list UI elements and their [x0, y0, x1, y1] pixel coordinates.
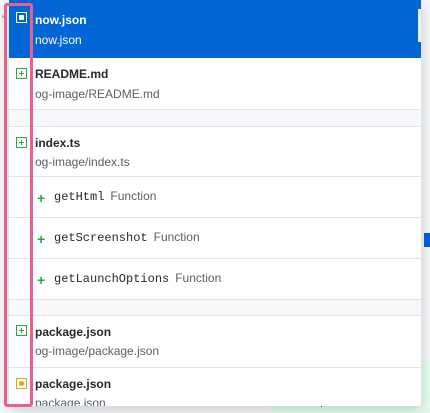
file-item-now-json[interactable]: now.json now.json [9, 0, 421, 58]
page-background: " 9 + now.json now.json README.md og-ima… [0, 0, 430, 413]
function-kind: Function [175, 271, 222, 285]
scrollbar-thumb[interactable] [418, 9, 421, 42]
added-marker: + [37, 190, 46, 206]
function-name: getScreenshot Function [54, 230, 200, 245]
function-name-text: getScreenshot [54, 231, 148, 245]
function-name-text: getHtml [54, 190, 105, 204]
function-kind: Function [110, 189, 157, 203]
file-added-icon [16, 137, 27, 148]
file-path: og-image/package.json [35, 344, 160, 358]
file-item-readme[interactable]: README.md og-image/README.md [9, 58, 421, 110]
file-jump-dropdown: now.json now.json README.md og-image/REA… [9, 0, 422, 406]
function-kind: Function [153, 230, 200, 244]
function-item-getlaunchoptions[interactable]: + getLaunchOptions Function [9, 259, 421, 300]
file-item-package-json[interactable]: package.json package.json [9, 368, 421, 406]
file-path: now.json [35, 33, 82, 47]
file-added-icon [16, 68, 27, 79]
file-title: package.json [35, 325, 112, 339]
file-modified-icon [16, 12, 27, 23]
function-name: getLaunchOptions Function [54, 271, 221, 286]
file-item-index-ts[interactable]: index.ts og-image/index.ts [9, 127, 421, 177]
background-quote-char: " [2, 14, 6, 26]
background-link-fragment [424, 233, 430, 247]
added-marker: + [37, 272, 46, 288]
file-path: og-image/README.md [35, 87, 160, 101]
function-name-text: getLaunchOptions [54, 272, 170, 286]
file-modified-icon [16, 378, 27, 389]
file-path: package.json [35, 396, 106, 406]
added-marker: + [37, 231, 46, 247]
function-item-getscreenshot[interactable]: + getScreenshot Function [9, 218, 421, 259]
file-path: og-image/index.ts [35, 155, 130, 169]
section-divider [9, 300, 421, 316]
file-title: package.json [35, 377, 112, 391]
function-item-gethtml[interactable]: + getHtml Function [9, 177, 421, 218]
file-title: now.json [35, 13, 87, 27]
file-title: README.md [35, 67, 109, 81]
section-divider [9, 110, 421, 127]
file-added-icon [16, 325, 27, 336]
file-item-og-image-package-json[interactable]: package.json og-image/package.json [9, 316, 421, 368]
file-title: index.ts [35, 136, 81, 150]
function-name: getHtml Function [54, 189, 156, 204]
